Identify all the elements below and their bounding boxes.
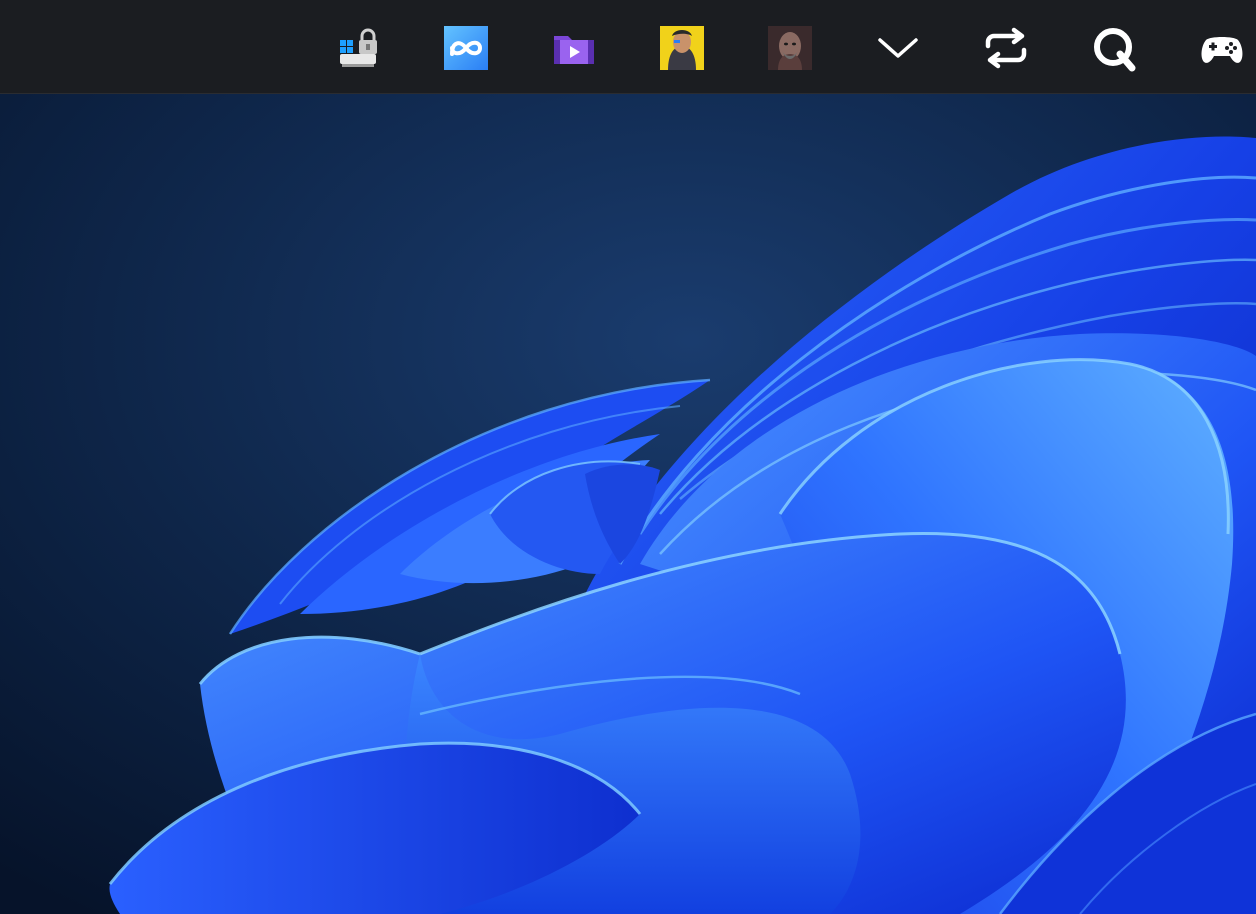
gamepad-icon[interactable] — [1198, 24, 1246, 72]
q-app-icon[interactable] — [1090, 24, 1138, 72]
game-character-dark-icon[interactable] — [766, 24, 814, 72]
meta-icon[interactable] — [442, 24, 490, 72]
bloom-wallpaper-graphic — [0, 94, 1256, 914]
chevron-down-icon[interactable] — [874, 24, 922, 72]
taskbar — [0, 0, 1256, 94]
sync-arrows-icon[interactable] — [982, 24, 1030, 72]
desktop-wallpaper — [0, 94, 1256, 914]
video-folder-icon[interactable] — [550, 24, 598, 72]
game-character-yellow-icon[interactable] — [658, 24, 706, 72]
windows-lock-drive-icon[interactable] — [334, 24, 382, 72]
